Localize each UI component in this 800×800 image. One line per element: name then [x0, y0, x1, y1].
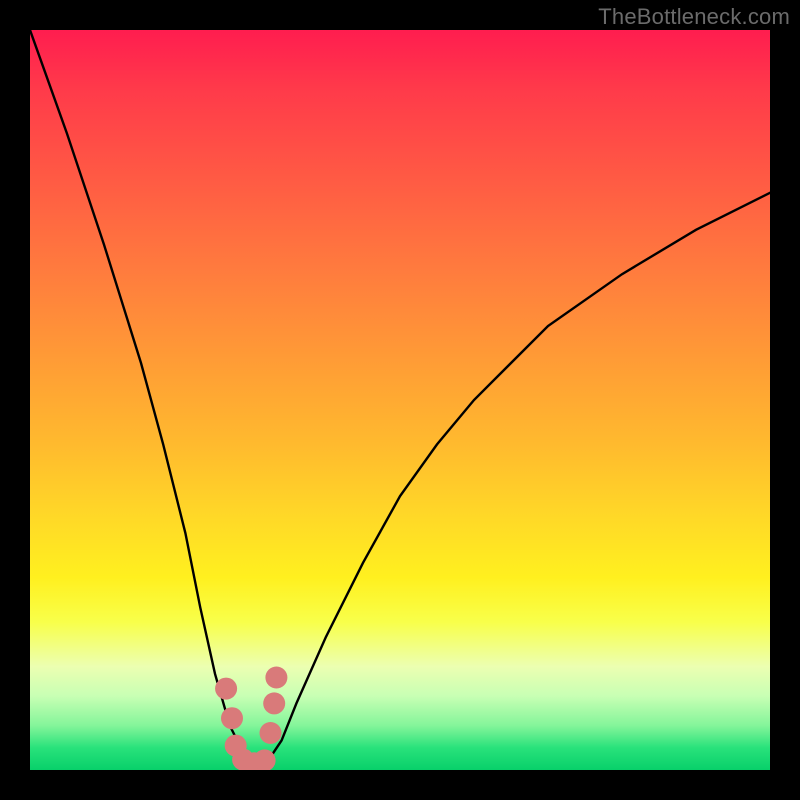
- chart-stage: TheBottleneck.com: [0, 0, 800, 800]
- marker-dot: [265, 667, 287, 689]
- watermark-text: TheBottleneck.com: [598, 4, 790, 30]
- plot-area: [30, 30, 770, 770]
- marker-cluster: [215, 667, 287, 771]
- bottleneck-curve-path: [30, 30, 770, 770]
- marker-dot: [263, 692, 285, 714]
- marker-dot: [260, 722, 282, 744]
- marker-dot: [215, 678, 237, 700]
- marker-dot: [221, 707, 243, 729]
- curve-layer: [30, 30, 770, 770]
